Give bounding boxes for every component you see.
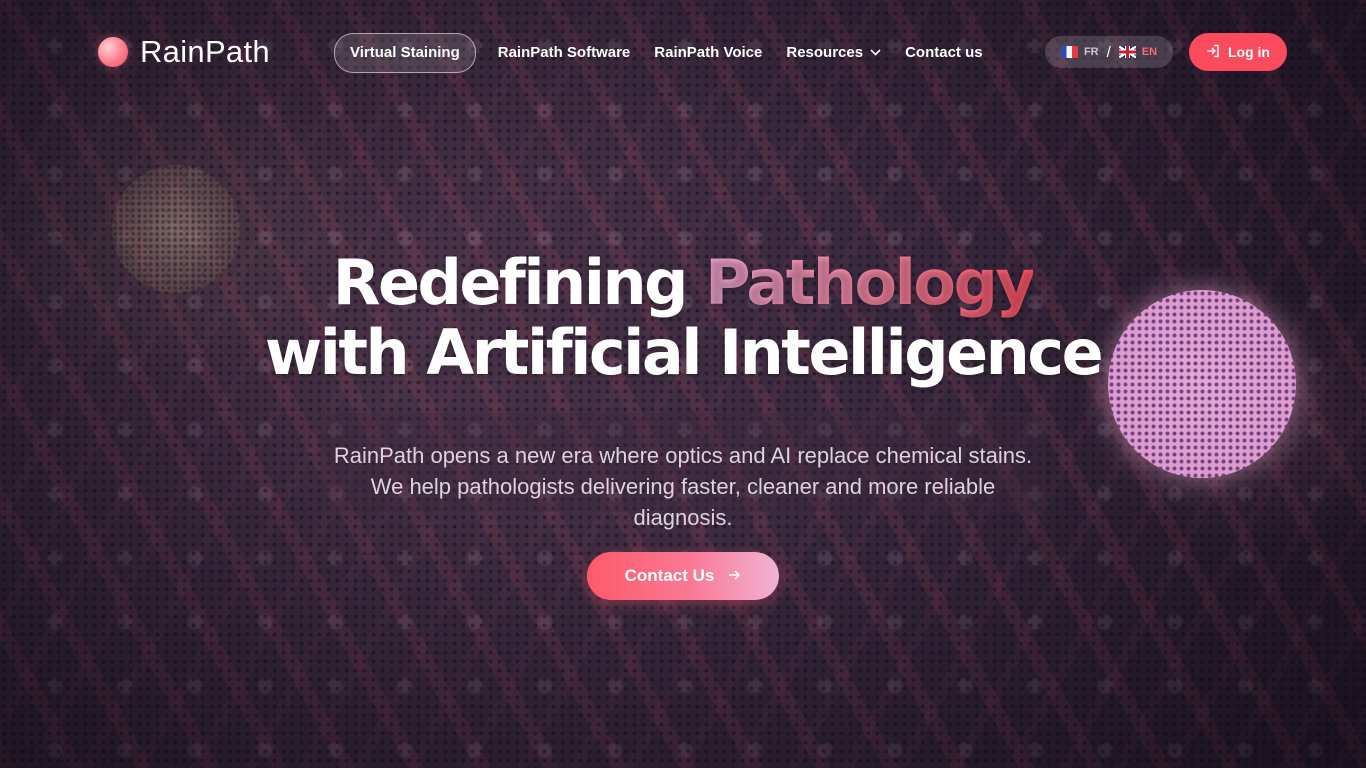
language-switcher: FR / EN xyxy=(1045,36,1173,68)
cta-label: Contact Us xyxy=(624,566,715,585)
hero-subtitle: RainPath opens a new era where optics an… xyxy=(333,443,1033,530)
login-button[interactable]: Log in xyxy=(1189,33,1287,71)
contact-us-button[interactable]: Contact Us xyxy=(587,552,779,600)
language-option-en[interactable]: EN xyxy=(1118,46,1158,58)
nav-item-virtual-staining[interactable]: Virtual Staining xyxy=(334,33,476,73)
hero-title-part1: Redefining xyxy=(332,246,706,319)
main-menu: Virtual Staining RainPath Software RainP… xyxy=(334,33,995,73)
login-icon xyxy=(1206,44,1220,61)
login-label: Log in xyxy=(1228,44,1270,60)
nav-item-label: Contact us xyxy=(905,44,983,61)
nav-item-rainpath-voice[interactable]: RainPath Voice xyxy=(642,34,774,72)
language-code: EN xyxy=(1141,46,1158,58)
flag-fr-icon xyxy=(1060,46,1078,58)
nav-item-label: Resources xyxy=(786,44,864,61)
logo-mark-icon xyxy=(98,37,128,67)
nav-item-rainpath-software[interactable]: RainPath Software xyxy=(486,34,643,72)
hero-title-highlight: Pathology xyxy=(705,246,1036,319)
language-option-fr[interactable]: FR xyxy=(1060,46,1099,58)
hero-title: Redefining Pathology with Artificial Int… xyxy=(0,248,1366,388)
brand-logo[interactable]: RainPath xyxy=(98,34,270,70)
language-code: FR xyxy=(1083,46,1099,58)
page: RainPath Virtual Staining RainPath Softw… xyxy=(0,0,1366,768)
nav-item-contact-us[interactable]: Contact us xyxy=(893,34,995,72)
nav-item-resources[interactable]: Resources xyxy=(774,34,893,72)
flag-uk-icon xyxy=(1118,46,1136,58)
nav-item-label: Virtual Staining xyxy=(350,44,460,61)
language-separator: / xyxy=(1106,43,1111,61)
nav-item-label: RainPath Software xyxy=(497,44,631,61)
arrow-right-icon xyxy=(728,566,741,586)
brand-name: RainPath xyxy=(140,34,270,69)
hero-title-line2: with Artificial Intelligence xyxy=(264,316,1104,389)
chevron-down-icon xyxy=(870,34,881,72)
top-navigation: RainPath Virtual Staining RainPath Softw… xyxy=(0,0,1366,104)
nav-item-label: RainPath Voice xyxy=(654,44,763,61)
hero-section: Redefining Pathology with Artificial Int… xyxy=(0,248,1366,388)
